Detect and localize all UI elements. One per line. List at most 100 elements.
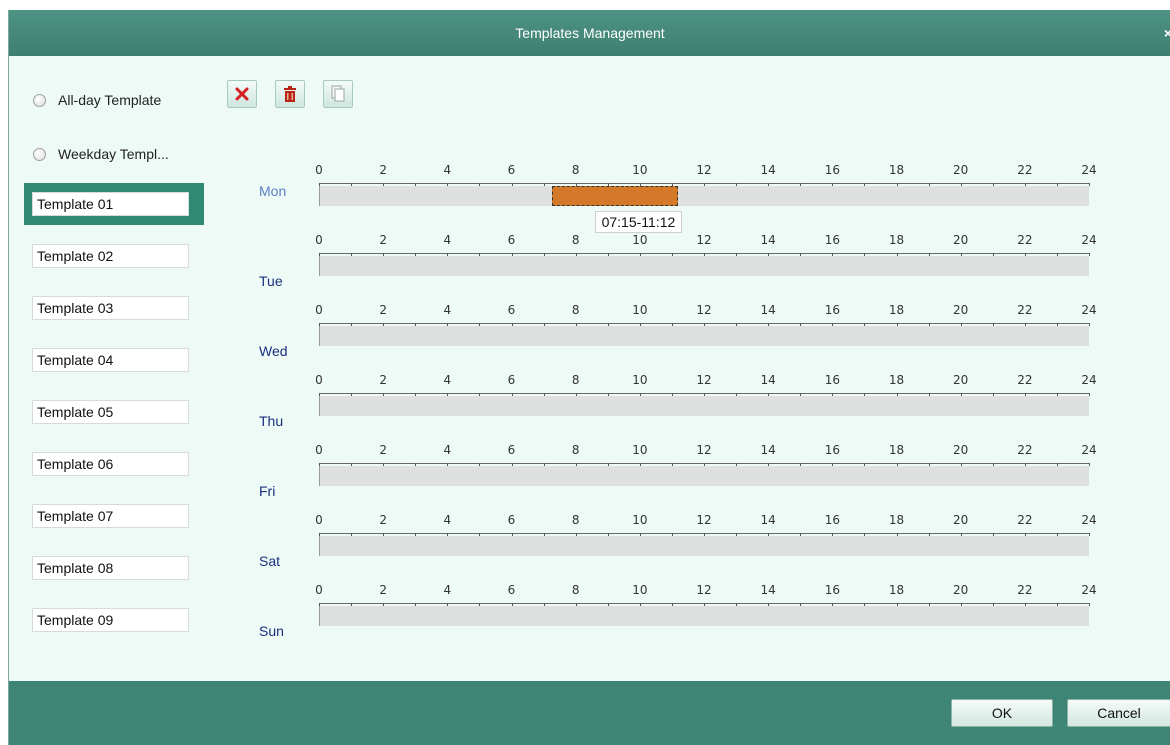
hour-label: 14	[760, 513, 776, 527]
hour-label: 24	[1081, 513, 1097, 527]
hour-label: 16	[824, 303, 840, 317]
schedule-bar[interactable]	[319, 396, 1089, 416]
hour-label: 20	[953, 513, 969, 527]
hour-label: 16	[824, 443, 840, 457]
hour-label: 4	[443, 163, 452, 177]
copy-button[interactable]	[323, 80, 353, 108]
hour-label: 14	[760, 583, 776, 597]
hour-label: 12	[696, 233, 712, 247]
hour-tick	[1089, 183, 1090, 186]
schedule-bar[interactable]	[319, 536, 1089, 556]
hour-label: 16	[824, 163, 840, 177]
hour-label: 6	[507, 303, 516, 317]
template-name-field[interactable]: Template 04	[32, 348, 189, 372]
hour-tick	[1089, 603, 1090, 606]
hour-label: 8	[571, 443, 580, 457]
hour-label: 20	[953, 443, 969, 457]
hour-label: 4	[443, 303, 452, 317]
cancel-button[interactable]: Cancel	[1067, 699, 1170, 727]
delete-all-button[interactable]	[275, 80, 305, 108]
hour-label: 24	[1081, 233, 1097, 247]
template-name-field[interactable]: Template 03	[32, 296, 189, 320]
all-day-template-label: All-day Template	[58, 92, 162, 108]
hour-label: 0	[315, 233, 323, 247]
hour-label: 2	[379, 373, 387, 387]
template-name-field[interactable]: Template 01	[32, 192, 189, 216]
schedule-bar[interactable]	[319, 326, 1089, 346]
template-item[interactable]: Template 09	[24, 599, 204, 641]
hour-label: 16	[824, 513, 840, 527]
close-icon[interactable]: ×	[1161, 10, 1170, 56]
hour-label: 22	[1017, 443, 1033, 457]
hour-label: 2	[379, 163, 387, 177]
day-label: Sun	[259, 623, 284, 639]
template-name-field[interactable]: Template 02	[32, 244, 189, 268]
template-name-field[interactable]: Template 09	[32, 608, 189, 632]
hour-label: 6	[507, 233, 516, 247]
template-item[interactable]: Template 05	[24, 391, 204, 433]
hour-label: 0	[315, 583, 323, 597]
schedule-bar[interactable]	[319, 606, 1089, 626]
all-day-template-option[interactable]: All-day Template	[33, 90, 161, 110]
hour-label: 18	[888, 443, 905, 457]
day-row-mon: 0 2 4 6 8 10 12 14 16 18 20 22 24 Mon 07:15-11:12	[249, 163, 1109, 233]
ok-button[interactable]: OK	[951, 699, 1053, 727]
schedule-bar[interactable]	[319, 186, 1089, 206]
delete-x-icon	[235, 87, 249, 101]
hour-label: 12	[696, 163, 712, 177]
hour-label: 4	[443, 513, 452, 527]
hour-tick	[1089, 323, 1090, 326]
hour-label: 24	[1081, 443, 1097, 457]
template-item[interactable]: Template 06	[24, 443, 204, 485]
hour-label: 2	[379, 233, 387, 247]
day-label: Mon	[259, 183, 287, 199]
day-row-wed: 0 2 4 6 8 10 12 14 16 18 20 22 24 Wed	[249, 303, 1109, 363]
hour-label: 18	[888, 163, 905, 177]
hour-label: 8	[571, 513, 580, 527]
hour-label: 18	[888, 373, 905, 387]
template-item[interactable]: Template 04	[24, 339, 204, 381]
hour-label: 4	[443, 373, 452, 387]
template-name-field[interactable]: Template 06	[32, 452, 189, 476]
template-item[interactable]: Template 01	[24, 183, 204, 225]
template-item[interactable]: Template 02	[24, 235, 204, 277]
hour-label: 18	[888, 233, 905, 247]
schedule-bar[interactable]	[319, 256, 1089, 276]
day-row-thu: 0 2 4 6 8 10 12 14 16 18 20 22 24 Thu	[249, 373, 1109, 433]
template-item[interactable]: Template 08	[24, 547, 204, 589]
hour-label: 4	[443, 583, 452, 597]
trash-icon	[284, 86, 296, 102]
hour-label: 12	[696, 373, 712, 387]
time-segment[interactable]	[551, 186, 679, 206]
template-name-field[interactable]: Template 08	[32, 556, 189, 580]
template-name-field[interactable]: Template 07	[32, 504, 189, 528]
hour-label: 6	[507, 163, 516, 177]
hour-label: 8	[571, 373, 580, 387]
template-name-field[interactable]: Template 05	[32, 400, 189, 424]
template-item[interactable]: Template 03	[24, 287, 204, 329]
schedule-bar[interactable]	[319, 466, 1089, 486]
hour-label: 6	[507, 513, 516, 527]
copy-icon	[331, 85, 345, 102]
hour-label: 24	[1081, 303, 1097, 317]
hour-label: 8	[571, 233, 580, 247]
hour-label: 10	[632, 373, 648, 387]
hour-label: 24	[1081, 373, 1097, 387]
delete-period-button[interactable]	[227, 80, 257, 108]
hour-label: 8	[571, 163, 580, 177]
hour-label: 14	[760, 373, 776, 387]
hour-label: 20	[953, 163, 969, 177]
hour-label: 0	[315, 303, 323, 317]
hour-label: 12	[696, 583, 712, 597]
weekday-template-option[interactable]: Weekday Templ...	[33, 144, 169, 164]
hour-label: 12	[696, 303, 712, 317]
hour-label: 10	[632, 583, 648, 597]
hour-label: 12	[696, 443, 712, 457]
hour-label: 10	[632, 163, 648, 177]
radio-button[interactable]	[33, 147, 46, 161]
day-label: Tue	[259, 273, 283, 289]
hour-label: 8	[571, 583, 580, 597]
template-item[interactable]: Template 07	[24, 495, 204, 537]
day-label: Sat	[259, 553, 281, 569]
radio-button[interactable]	[33, 93, 46, 107]
